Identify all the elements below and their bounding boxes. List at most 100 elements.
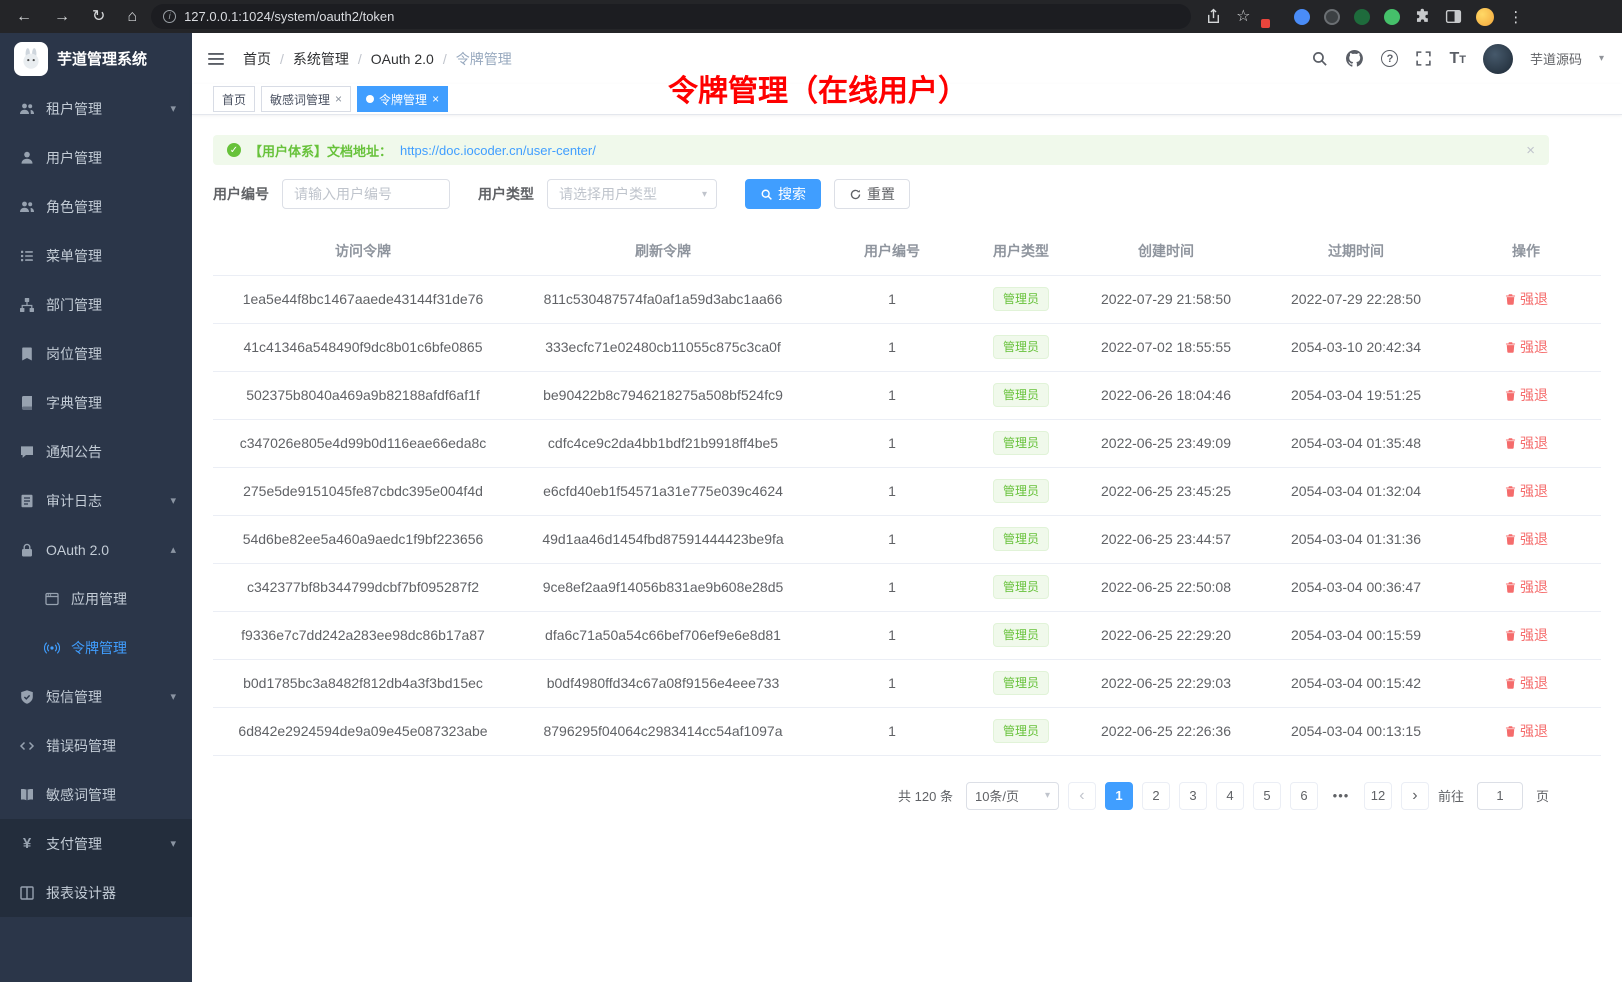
- id-badge-icon: [19, 346, 35, 362]
- puzzle-icon[interactable]: [1414, 8, 1431, 25]
- user-name[interactable]: 芋道源码: [1530, 49, 1582, 68]
- sidebar-item-errorcode[interactable]: 错误码管理: [0, 721, 192, 770]
- col-expire-time: 过期时间: [1261, 227, 1451, 275]
- force-logout-button[interactable]: 强退: [1504, 577, 1548, 597]
- home-icon[interactable]: ⌂: [127, 9, 137, 25]
- user-avatar[interactable]: [1483, 44, 1513, 74]
- refresh-icon: [849, 188, 862, 201]
- search-button[interactable]: 搜索: [745, 179, 821, 209]
- sidebar-item-dept[interactable]: 部门管理: [0, 280, 192, 329]
- fullscreen-icon[interactable]: [1415, 50, 1432, 67]
- sidebar-item-oauth2[interactable]: OAuth 2.0 ▴: [0, 525, 192, 574]
- table-body: 1ea5e44f8bc1467aaede43144f31de76 811c530…: [213, 275, 1601, 755]
- more-pages-button[interactable]: •••: [1327, 782, 1355, 810]
- extension-dark-icon[interactable]: [1324, 9, 1340, 25]
- cell-actions: 强退: [1451, 659, 1601, 707]
- extension-green-icon[interactable]: [1384, 9, 1400, 25]
- page-button-6[interactable]: 6: [1290, 782, 1318, 810]
- browser-menu-icon[interactable]: ⋮: [1508, 8, 1523, 26]
- cell-create-time: 2022-06-25 23:49:09: [1071, 419, 1261, 467]
- site-info-icon[interactable]: i: [163, 10, 176, 23]
- force-logout-button[interactable]: 强退: [1504, 289, 1548, 309]
- sidebar-item-dict[interactable]: 字典管理: [0, 378, 192, 427]
- tab-token[interactable]: 令牌管理 ×: [357, 86, 448, 112]
- user-type-badge: 管理员: [993, 383, 1049, 407]
- chevron-down-icon[interactable]: ▾: [1599, 53, 1604, 64]
- force-logout-button[interactable]: 强退: [1504, 481, 1548, 501]
- close-icon[interactable]: ×: [1526, 142, 1535, 159]
- breadcrumb-system[interactable]: 系统管理: [293, 49, 349, 69]
- side-panel-icon[interactable]: [1445, 8, 1462, 25]
- cell-expire-time: 2054-03-04 01:31:36: [1261, 515, 1451, 563]
- goto-page-input[interactable]: [1477, 782, 1523, 810]
- user-type-badge: 管理员: [993, 287, 1049, 311]
- force-logout-button[interactable]: 强退: [1504, 385, 1548, 405]
- cell-create-time: 2022-06-26 18:04:46: [1071, 371, 1261, 419]
- cell-user-type: 管理员: [971, 659, 1071, 707]
- menu-fold-icon[interactable]: [206, 49, 226, 69]
- force-logout-button[interactable]: 强退: [1504, 337, 1548, 357]
- force-logout-button[interactable]: 强退: [1504, 673, 1548, 693]
- sidebar-item-menu[interactable]: 菜单管理: [0, 231, 192, 280]
- breadcrumb-oauth2[interactable]: OAuth 2.0: [371, 51, 434, 67]
- help-icon[interactable]: ?: [1381, 50, 1398, 67]
- force-logout-button[interactable]: 强退: [1504, 529, 1548, 549]
- extension-badge-icon[interactable]: [1264, 9, 1280, 25]
- cell-refresh-token: e6cfd40eb1f54571a31e775e039c4624: [513, 467, 813, 515]
- extension-darkgreen-icon[interactable]: [1354, 9, 1370, 25]
- tab-home[interactable]: 首页: [213, 86, 255, 112]
- force-logout-button[interactable]: 强退: [1504, 625, 1548, 645]
- users-icon: [19, 199, 35, 215]
- close-icon[interactable]: ×: [335, 92, 342, 106]
- page-button-1[interactable]: 1: [1105, 782, 1133, 810]
- doc-link[interactable]: https://doc.iocoder.cn/user-center/: [400, 143, 596, 158]
- search-icon[interactable]: [1311, 50, 1328, 67]
- sidebar-item-sms[interactable]: 短信管理 ▾: [0, 672, 192, 721]
- share-icon[interactable]: [1205, 8, 1222, 25]
- next-page-button[interactable]: ›: [1401, 782, 1429, 810]
- trash-icon: [1504, 437, 1517, 450]
- user-type-select[interactable]: 请选择用户类型 ▾: [547, 179, 717, 209]
- back-icon[interactable]: ←: [16, 9, 32, 25]
- github-icon[interactable]: [1345, 49, 1364, 68]
- font-size-icon[interactable]: TT: [1449, 50, 1466, 68]
- cell-expire-time: 2054-03-04 00:36:47: [1261, 563, 1451, 611]
- reload-icon[interactable]: ↻: [92, 9, 105, 25]
- app-logo[interactable]: 芋道管理系统: [0, 33, 192, 84]
- cell-create-time: 2022-06-25 23:44:57: [1071, 515, 1261, 563]
- extension-blue-icon[interactable]: [1294, 9, 1310, 25]
- sidebar-item-role[interactable]: 角色管理: [0, 182, 192, 231]
- page-button-2[interactable]: 2: [1142, 782, 1170, 810]
- tab-sensitiveword[interactable]: 敏感词管理 ×: [261, 86, 351, 112]
- user-type-badge: 管理员: [993, 623, 1049, 647]
- sidebar-item-oauth2-app[interactable]: 应用管理: [0, 574, 192, 623]
- browser-profile-avatar[interactable]: [1476, 8, 1494, 26]
- page-button-3[interactable]: 3: [1179, 782, 1207, 810]
- sidebar-item-user[interactable]: 用户管理: [0, 133, 192, 182]
- breadcrumb-home[interactable]: 首页: [243, 49, 271, 69]
- sidebar-item-oauth2-token[interactable]: 令牌管理: [0, 623, 192, 672]
- sidebar: 芋道管理系统 租户管理 ▾ 用户管理 角色管理 菜单管理: [0, 33, 192, 982]
- bookmark-star-icon[interactable]: ☆: [1236, 9, 1250, 25]
- page-button-5[interactable]: 5: [1253, 782, 1281, 810]
- page-button-12[interactable]: 12: [1364, 782, 1392, 810]
- user-id-input[interactable]: [282, 179, 450, 209]
- reset-button[interactable]: 重置: [834, 179, 910, 209]
- prev-page-button[interactable]: ‹: [1068, 782, 1096, 810]
- sidebar-item-tenant[interactable]: 租户管理 ▾: [0, 84, 192, 133]
- url-bar[interactable]: i 127.0.0.1:1024/system/oauth2/token: [151, 4, 1191, 29]
- page-size-select[interactable]: 10条/页 ▾: [966, 782, 1059, 810]
- forward-icon[interactable]: →: [54, 9, 70, 25]
- sidebar-item-notice[interactable]: 通知公告: [0, 427, 192, 476]
- close-icon[interactable]: ×: [432, 92, 439, 106]
- sidebar-item-report[interactable]: 报表设计器: [0, 868, 192, 917]
- sidebar-item-sensitiveword[interactable]: 敏感词管理: [0, 770, 192, 819]
- force-logout-button[interactable]: 强退: [1504, 721, 1548, 741]
- force-logout-button[interactable]: 强退: [1504, 433, 1548, 453]
- sidebar-item-auditlog[interactable]: 审计日志 ▾: [0, 476, 192, 525]
- sidebar-item-post[interactable]: 岗位管理: [0, 329, 192, 378]
- chevron-down-icon: ▾: [702, 189, 707, 200]
- cell-expire-time: 2054-03-04 01:35:48: [1261, 419, 1451, 467]
- page-button-4[interactable]: 4: [1216, 782, 1244, 810]
- sidebar-item-pay[interactable]: ¥ 支付管理 ▾: [0, 819, 192, 868]
